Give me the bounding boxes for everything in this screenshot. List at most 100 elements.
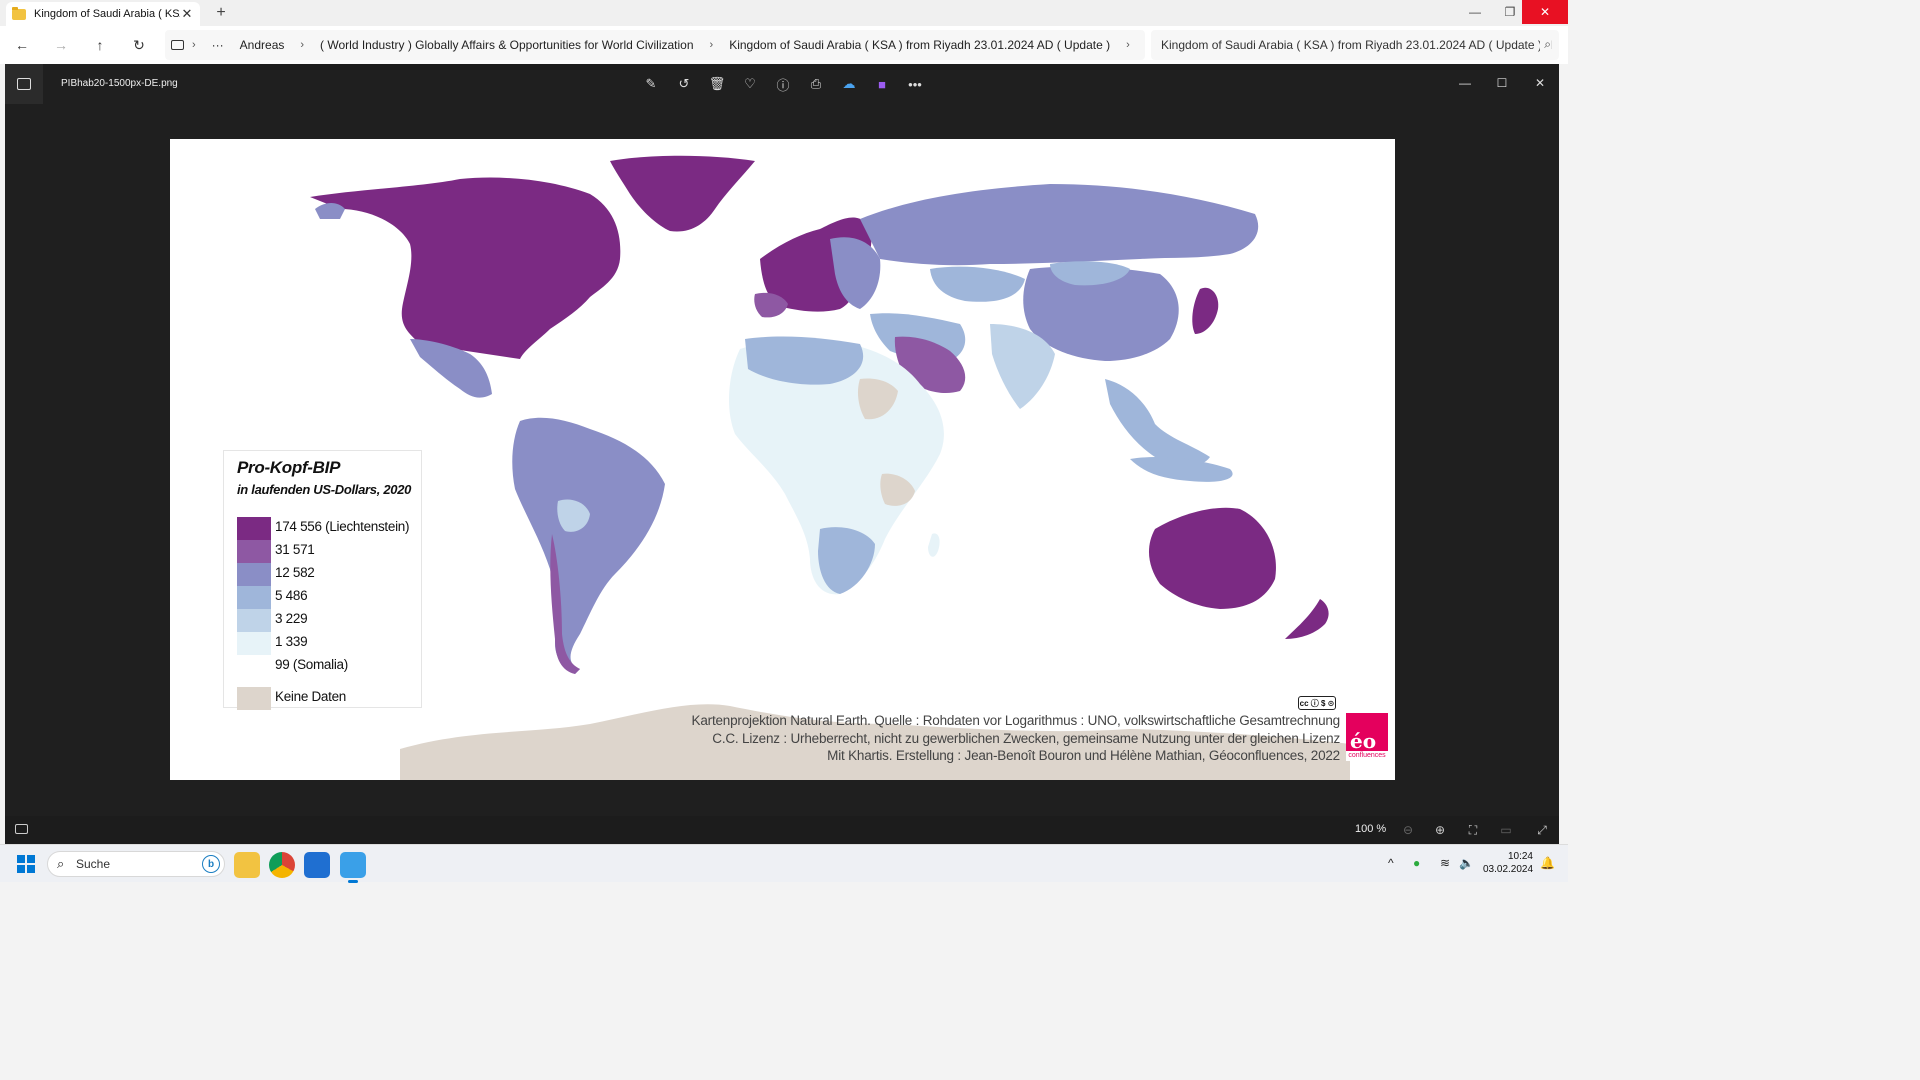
legend-swatch [237,563,271,586]
chevron-right-icon[interactable]: › [300,39,304,51]
search-value: Kingdom of Saudi Arabia ( KSA ) from Riy… [1161,38,1552,52]
folder-icon [12,6,26,20]
alaska-landmass [315,203,345,219]
legend-label: 1 339 [275,634,308,649]
south-america-landmass [512,417,665,674]
legend-label: 5 486 [275,588,308,603]
kazakhstan-landmass [930,266,1025,302]
explorer-tab-strip: Kingdom of Saudi Arabia ( KSA ✕ + — ❐ ✕ [0,0,1568,26]
japan-landmass [1192,287,1219,334]
fullscreen-icon[interactable]: ⤢ [1533,821,1551,839]
legend-swatch [237,609,271,632]
file-explorer-icon[interactable] [234,852,260,878]
clock-date: 03.02.2024 [1483,864,1534,875]
notification-bell-icon[interactable]: 🔔 [1540,856,1555,870]
clipchamp-icon[interactable]: ■ [872,74,892,94]
delete-icon[interactable]: 🗑 [707,74,727,94]
viewer-minimize-button[interactable]: — [1450,70,1480,96]
viewer-close-button[interactable]: ✕ [1525,70,1555,96]
legend-swatch [237,517,271,540]
zoom-out-icon[interactable]: ⊖ [1399,821,1417,839]
taskbar-search[interactable]: ⌕ Suche b [47,851,225,877]
chevron-right-icon[interactable]: › [192,39,196,51]
breadcrumb-item[interactable]: Andreas [240,38,285,52]
chevron-up-icon[interactable]: ^ [1388,856,1394,870]
legend-swatch [237,687,271,710]
new-tab-button[interactable]: + [212,4,230,22]
australia-landmass [1148,507,1276,609]
viewer-toolbar: ✎ ↺ 🗑 ♡ ⓘ ⎙ ☁ ■ ••• [641,74,925,94]
map-image: Pro-Kopf-BIP in laufenden US-Dollars, 20… [170,139,1395,780]
file-name: PIBhab20-1500px-DE.png [61,78,178,89]
up-button[interactable]: ↑ [91,36,109,54]
logo-text: éo [1350,729,1377,753]
legend-label: 31 571 [275,542,315,557]
map-legend: Pro-Kopf-BIP in laufenden US-Dollars, 20… [223,450,422,710]
search-icon[interactable]: ⌕ [1540,37,1551,52]
refresh-button[interactable]: ↻ [130,36,148,54]
viewer-maximize-button[interactable]: ☐ [1487,70,1517,96]
store-icon[interactable] [304,852,330,878]
credit-line: C.C. Lizenz : Urheberrecht, nicht zu gew… [712,730,1340,746]
legend-swatch [237,632,271,655]
legend-label: Keine Daten [275,689,347,704]
edit-image-icon[interactable]: ✎ [641,74,661,94]
chevron-right-icon[interactable]: › [1126,39,1130,51]
taskbar: ⌕ Suche b ^ ● ≋ 🔈 10:24 03.02.2024 🔔 [0,844,1568,883]
north-america-landmass [310,177,621,359]
zoom-in-icon[interactable]: ⊕ [1431,821,1449,839]
bing-icon[interactable]: b [202,855,220,873]
legend-subtitle: in laufenden US-Dollars, 2020 [237,482,412,497]
logo-subtext: confluences [1346,751,1388,761]
print-icon[interactable]: ⎙ [806,74,826,94]
credit-line: Mit Khartis. Erstellung : Jean-Benoît Bo… [827,748,1340,763]
security-icon[interactable]: ● [1413,856,1420,870]
geoconfluences-logo: éo confluences [1346,713,1388,761]
legend-label: 99 (Somalia) [275,657,348,672]
zoom-level[interactable]: 100 % [1355,823,1386,835]
breadcrumb: › ··· Andreas › ( World Industry ) Globa… [165,30,1145,60]
chevron-right-icon[interactable]: › [710,39,714,51]
breadcrumb-item[interactable]: Kingdom of Saudi Arabia ( KSA ) from Riy… [729,38,1110,52]
breadcrumb-item[interactable]: ( World Industry ) Globally Affairs & Op… [320,38,693,52]
search-input[interactable]: Kingdom of Saudi Arabia ( KSA ) from Riy… [1151,30,1559,60]
southern-africa-landmass [818,527,875,594]
credit-line: Kartenprojektion Natural Earth. Quelle :… [691,713,1341,728]
more-icon[interactable]: ··· [212,38,224,52]
info-icon[interactable]: ⓘ [773,74,793,94]
gallery-button[interactable] [5,64,43,104]
russia-landmass [860,184,1259,266]
onedrive-icon[interactable]: ☁ [839,74,859,94]
forward-button[interactable]: → [52,36,70,54]
creative-commons-badge: cc ⓘ $ ⊙ [1298,696,1336,710]
tab-title: Kingdom of Saudi Arabia ( KSA [34,8,180,20]
chrome-icon[interactable] [269,852,295,878]
rotate-icon[interactable]: ↺ [674,74,694,94]
filmstrip-icon[interactable] [15,824,28,834]
taskbar-search-label: Suche [76,857,111,871]
start-button[interactable] [17,855,35,873]
legend-swatch [237,586,271,609]
more-options-icon[interactable]: ••• [905,74,925,94]
legend-swatch [237,540,271,563]
clock[interactable]: 10:24 03.02.2024 [1483,850,1533,876]
madagascar-landmass [928,533,940,557]
indonesia-landmass [1130,457,1233,482]
southeast-asia-landmass [1105,379,1210,467]
back-button[interactable]: ← [13,36,31,54]
photos-icon[interactable] [340,852,366,883]
viewer-titlebar: PIBhab20-1500px-DE.png ✎ ↺ 🗑 ♡ ⓘ ⎙ ☁ ■ •… [5,64,1559,104]
close-button[interactable]: ✕ [1522,0,1568,24]
legend-title: Pro-Kopf-BIP [237,458,341,477]
explorer-tab[interactable]: Kingdom of Saudi Arabia ( KSA ✕ [6,2,200,26]
actual-size-icon[interactable]: ▭ [1497,821,1515,839]
tab-close-button[interactable]: ✕ [180,6,194,22]
fit-window-icon[interactable]: ⛶ [1464,821,1482,839]
legend-label: 12 582 [275,565,315,580]
wifi-icon[interactable]: ≋ [1440,856,1450,870]
image-icon [17,78,31,90]
monitor-icon[interactable] [171,40,184,50]
volume-icon[interactable]: 🔈 [1459,856,1474,870]
photo-viewer-window: PIBhab20-1500px-DE.png ✎ ↺ 🗑 ♡ ⓘ ⎙ ☁ ■ •… [5,64,1559,844]
favorite-icon[interactable]: ♡ [740,74,760,94]
